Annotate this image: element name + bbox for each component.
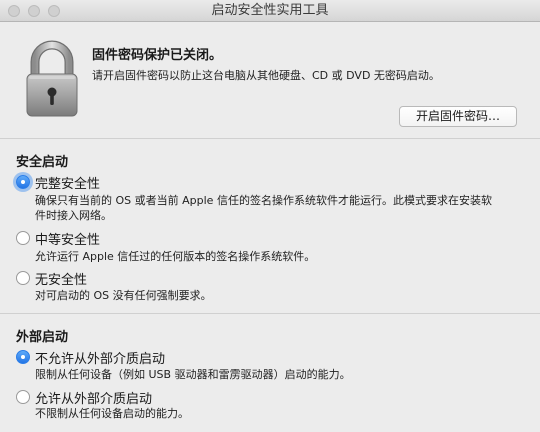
medium-security-description: 允许运行 Apple 信任过的任何版本的签名操作系统软件。 xyxy=(35,250,316,263)
no-security-radio[interactable] xyxy=(16,271,30,285)
window-title: 启动安全性实用工具 xyxy=(211,3,329,18)
allow-external-boot-label[interactable]: 允许从外部介质启动 xyxy=(35,388,152,407)
full-security-description: 确保只有当前的 OS 或者当前 Apple 信任的签名操作系统软件才能运行。此模… xyxy=(35,194,492,222)
disallow-external-boot-label[interactable]: 不允许从外部介质启动 xyxy=(35,348,165,367)
padlock-icon xyxy=(26,40,78,117)
external-boot-title: 外部启动 xyxy=(16,330,69,345)
allow-external-boot-description: 不限制从任何设备启动的能力。 xyxy=(35,407,189,420)
medium-security-label[interactable]: 中等安全性 xyxy=(35,229,100,248)
title-bar[interactable]: 启动安全性实用工具 xyxy=(0,0,540,22)
section-divider xyxy=(0,138,540,139)
no-security-label[interactable]: 无安全性 xyxy=(35,269,87,288)
turn-on-firmware-password-button[interactable]: 开启固件密码… xyxy=(399,106,517,127)
disallow-external-boot-radio[interactable] xyxy=(16,350,30,364)
full-security-radio[interactable] xyxy=(16,175,30,189)
secure-boot-title: 安全启动 xyxy=(16,155,69,170)
full-security-label[interactable]: 完整安全性 xyxy=(35,173,100,192)
disallow-external-boot-description: 限制从任何设备（例如 USB 驱动器和雷雳驱动器）启动的能力。 xyxy=(35,368,351,381)
section-divider xyxy=(0,313,540,314)
firmware-description: 请开启固件密码以防止这台电脑从其他硬盘、CD 或 DVD 无密码启动。 xyxy=(92,69,440,82)
firmware-password-panel: 固件密码保护已关闭。 请开启固件密码以防止这台电脑从其他硬盘、CD 或 DVD … xyxy=(0,22,540,138)
medium-security-radio[interactable] xyxy=(16,231,30,245)
firmware-status-heading: 固件密码保护已关闭。 xyxy=(92,48,223,63)
startup-security-window: 启动安全性实用工具 固件密码保护已关闭。 请开启固件密码以防止这台电脑从其他硬盘… xyxy=(0,0,540,432)
no-security-description: 对可启动的 OS 没有任何强制要求。 xyxy=(35,289,212,302)
allow-external-boot-radio[interactable] xyxy=(16,390,30,404)
